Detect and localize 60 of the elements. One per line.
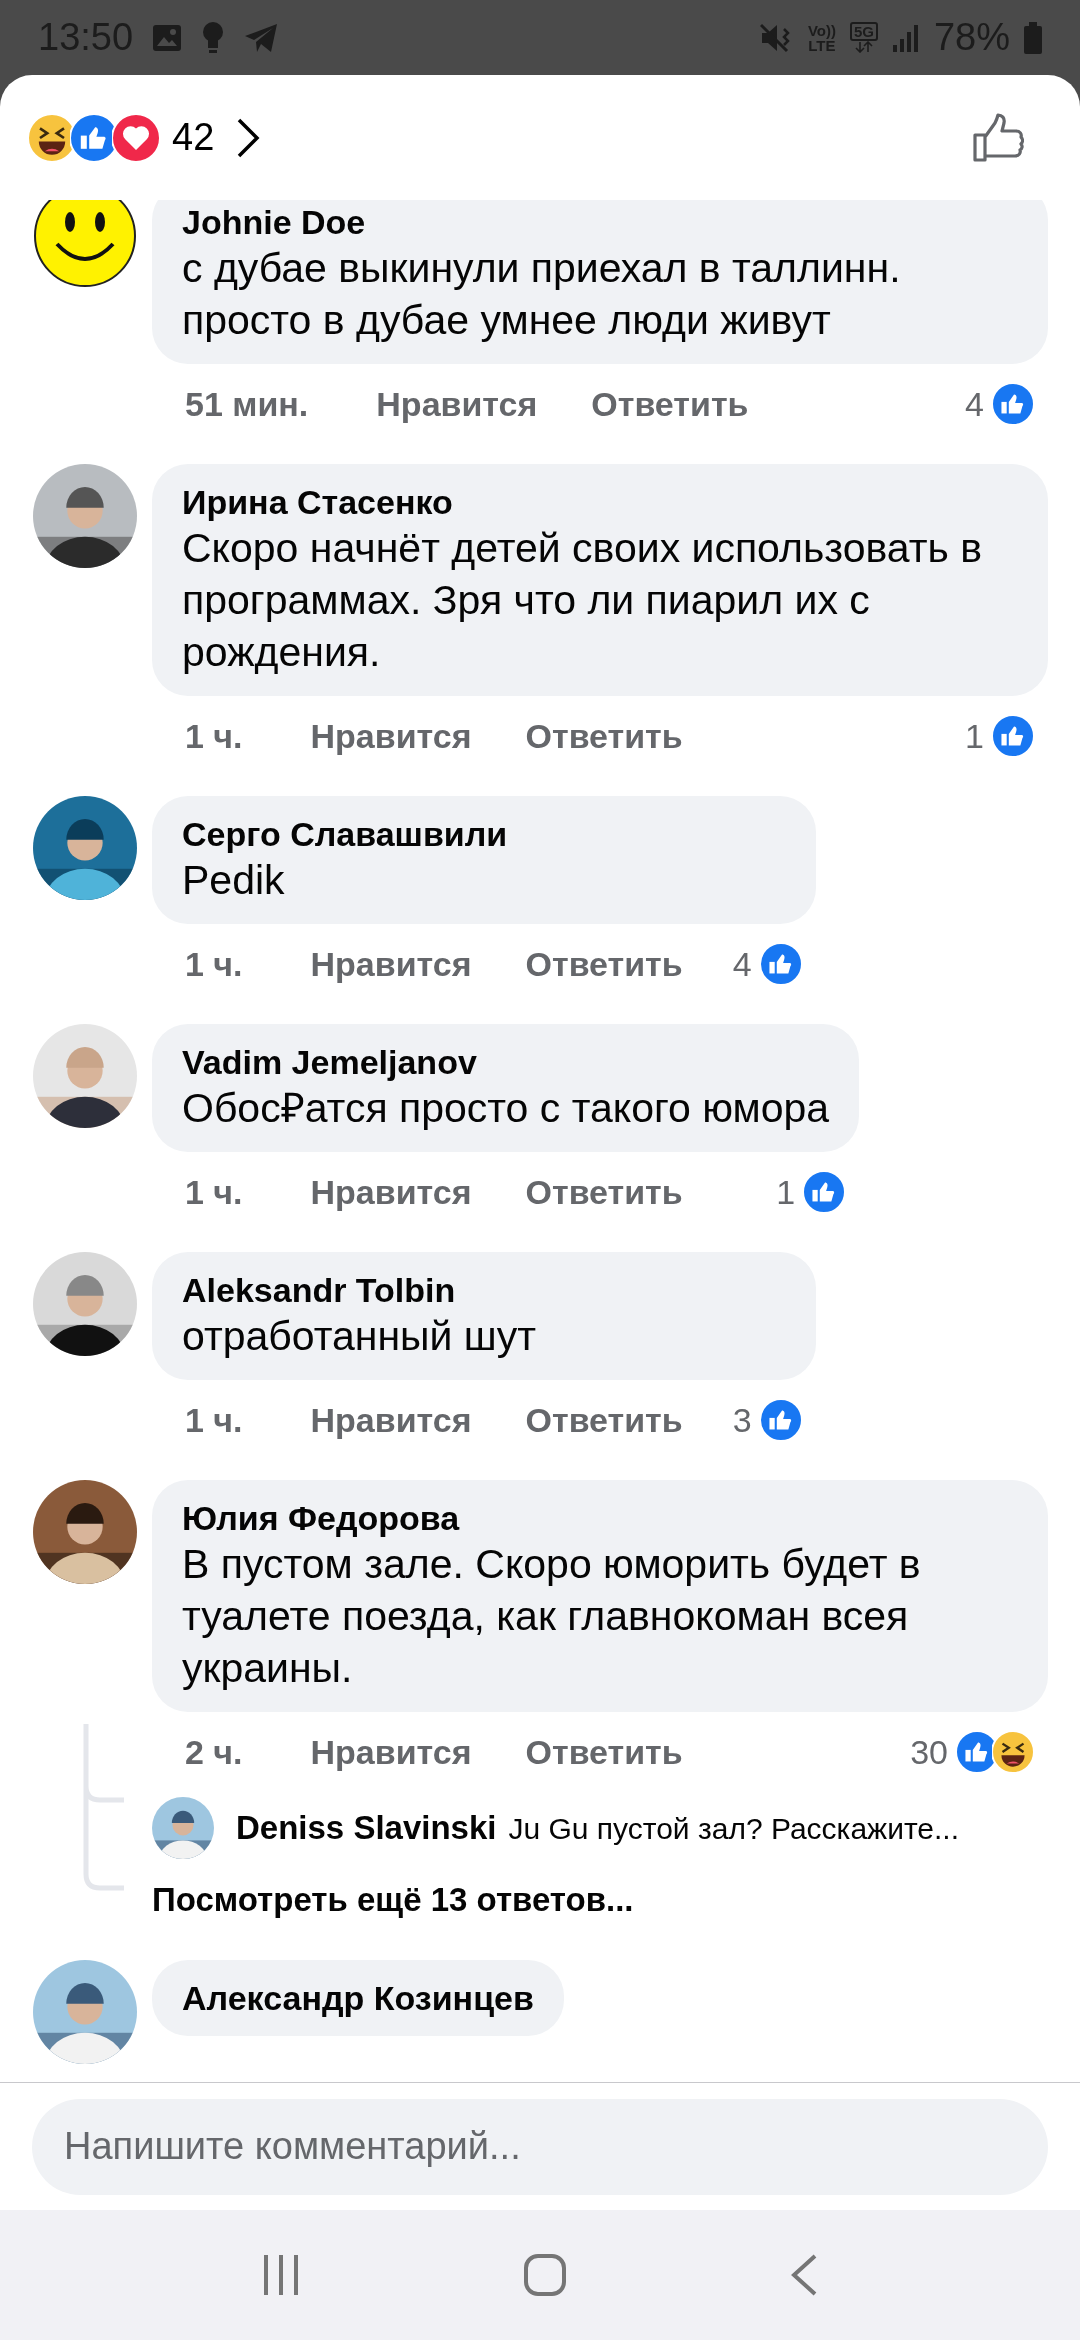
like-reaction-icon — [992, 715, 1034, 757]
smiley-icon — [33, 200, 137, 288]
reply-link[interactable]: Ответить — [525, 938, 683, 990]
comment-author[interactable]: Vadim Jemeljanov — [182, 1042, 830, 1082]
heart-reaction-icon — [112, 113, 160, 162]
comment-text: Обос₽атся просто с такого юмора — [182, 1084, 830, 1133]
reaction-count[interactable]: 42 — [172, 109, 215, 166]
reaction-count[interactable]: 1 — [965, 710, 984, 762]
battery-icon — [1024, 21, 1042, 54]
laughing-reaction-icon — [992, 1731, 1034, 1773]
comment-input[interactable]: Напишите комментарий... — [32, 2098, 1048, 2195]
reaction-count[interactable]: 30 — [910, 1726, 948, 1778]
like-link[interactable]: Нравится — [376, 378, 538, 430]
reaction-count[interactable]: 1 — [776, 1166, 796, 1218]
reply-link[interactable]: Ответить — [525, 1726, 683, 1778]
comment-author[interactable]: Александр Козинцев — [182, 1978, 534, 2018]
reaction-count[interactable]: 3 — [732, 1394, 752, 1446]
comment-text: В пустом зале. Скоро юморить будет в туалете поезда, как главнокоман всея украины. — [182, 1540, 922, 1693]
comment-time[interactable]: 1 ч. — [185, 1166, 243, 1218]
comment-time[interactable]: 1 ч. — [185, 938, 243, 990]
like-reaction-icon — [803, 1171, 846, 1213]
like-reaction-icon — [992, 383, 1034, 425]
comment-author[interactable]: Юлия Федорова — [182, 1498, 1018, 1538]
comment-text: Pedik — [182, 856, 286, 905]
like-link[interactable]: Нравится — [310, 710, 472, 762]
reply-link[interactable]: Ответить — [525, 1166, 683, 1218]
home-icon[interactable] — [523, 2253, 567, 2297]
like-link[interactable]: Нравится — [310, 1394, 472, 1446]
reaction-count[interactable]: 4 — [965, 378, 984, 430]
reply-author[interactable]: Deniss Slavinski — [236, 1803, 497, 1853]
comment-text: отработанный шут — [182, 1312, 537, 1361]
like-reaction-icon — [759, 943, 802, 985]
lightbulb-icon — [201, 20, 226, 55]
like-link[interactable]: Нравится — [310, 1726, 472, 1778]
comment-author[interactable]: Ирина Стасенко — [182, 482, 1018, 522]
comment-author[interactable]: Aleksandr Tolbin — [182, 1270, 786, 1310]
reply-link[interactable]: Ответить — [591, 378, 749, 430]
chevron-right-icon[interactable] — [236, 116, 261, 159]
data-arrows-icon — [853, 41, 874, 53]
reaction-count[interactable]: 4 — [732, 938, 752, 990]
more-replies-link[interactable]: Посмотреть ещё 13 ответов... — [152, 1870, 1048, 1930]
comment-text: с дубае выкинули приехал в таллинн. просто в дубае умнее люди живут — [182, 244, 902, 345]
reply-link[interactable]: Ответить — [525, 710, 683, 762]
like-reaction-icon — [759, 1399, 802, 1441]
like-link[interactable]: Нравится — [310, 938, 472, 990]
comment-time[interactable]: 1 ч. — [185, 710, 243, 762]
comment-text: Скоро начнёт детей своих использовать в программах. Зря что ли пиарил их с рождения. — [182, 524, 983, 677]
back-icon[interactable] — [789, 2253, 819, 2297]
signal-icon — [891, 22, 920, 53]
comment-time[interactable]: 51 мин. — [185, 378, 309, 430]
comment-time[interactable]: 1 ч. — [185, 1394, 243, 1446]
telegram-icon — [243, 21, 280, 54]
reply-link[interactable]: Ответить — [525, 1394, 683, 1446]
thumbs-up-icon[interactable] — [972, 112, 1024, 163]
comment-time[interactable]: 2 ч. — [185, 1726, 243, 1778]
comment-author[interactable]: Серго Славашвили — [182, 814, 786, 854]
recent-apps-icon[interactable] — [261, 2253, 301, 2297]
like-link[interactable]: Нравится — [310, 1166, 472, 1218]
comment-author[interactable]: Johnie Doe — [182, 202, 1018, 242]
reply-text: Ju Gu пустой зал? Расскажите... — [508, 1810, 959, 1847]
